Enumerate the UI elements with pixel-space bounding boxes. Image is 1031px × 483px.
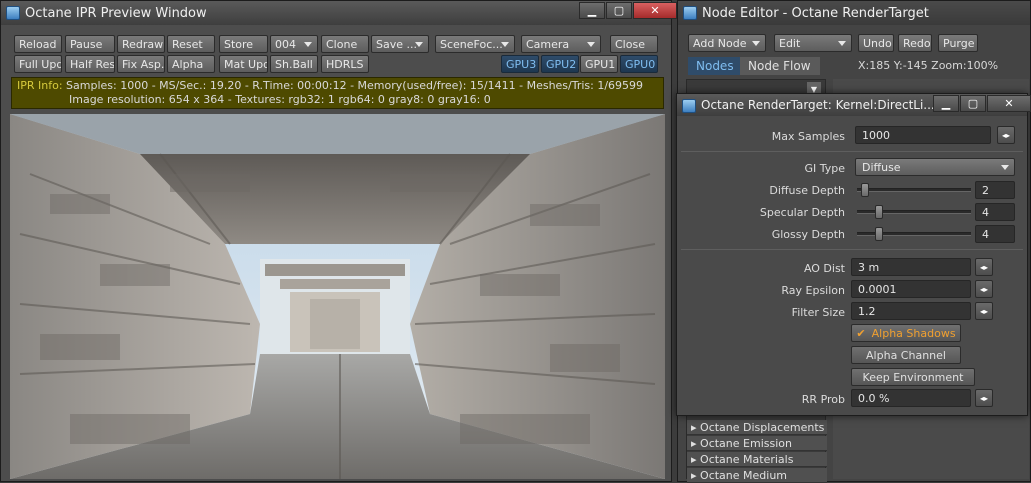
canvas-coords: X:185 Y:-145 Zoom:100% <box>858 59 999 72</box>
alpha-shadows-toggle[interactable]: ✔ Alpha Shadows <box>851 324 961 342</box>
slot-dropdown[interactable]: 004 <box>270 35 318 53</box>
edit-dropdown[interactable]: Edit <box>774 34 852 52</box>
checkmark-icon: ✔ <box>856 326 866 340</box>
octane-app-icon <box>683 6 697 20</box>
render-viewport[interactable] <box>10 114 665 479</box>
purge-button[interactable]: Purge <box>938 34 978 52</box>
glossy-depth-slider[interactable] <box>857 227 971 241</box>
stepper-icon[interactable]: ◂▸ <box>975 389 993 407</box>
stepper-icon[interactable]: ◂▸ <box>975 302 993 320</box>
kernel-title: Octane RenderTarget: Kernel:DirectLi... <box>701 98 935 112</box>
stepper-icon[interactable]: ◂▸ <box>975 258 993 276</box>
maximize-icon[interactable]: ▢ <box>606 2 632 19</box>
ao-dist-label: AO Dist <box>803 262 845 275</box>
max-samples-label: Max Samples <box>771 130 845 143</box>
ipr-info-bar: IPR Info: Samples: 1000 - MS/Sec.: 19.20… <box>11 77 664 109</box>
ipr-info-label: IPR Info: <box>17 79 63 92</box>
diffuse-depth-label: Diffuse Depth <box>769 184 845 197</box>
glossy-depth-label: Glossy Depth <box>771 228 845 241</box>
render-image <box>10 114 665 479</box>
gi-type-dropdown[interactable]: Diffuse <box>855 158 1015 176</box>
octane-app-icon <box>6 6 20 20</box>
specular-depth-label: Specular Depth <box>759 206 845 219</box>
octane-app-icon <box>682 99 696 113</box>
stepper-icon[interactable]: ◂▸ <box>975 280 993 298</box>
node-editor-title: Node Editor - Octane RenderTarget <box>702 5 929 21</box>
rr-prob-label: RR Prob <box>801 393 845 406</box>
alpha-button[interactable]: Alpha <box>167 55 215 73</box>
filter-size-field[interactable]: 1.2 <box>851 302 971 320</box>
divider <box>681 249 1023 250</box>
filter-size-label: Filter Size <box>791 306 845 319</box>
alpha-channel-toggle[interactable]: Alpha Channel <box>851 346 961 364</box>
slider-knob[interactable] <box>875 227 883 241</box>
kernel-window: Octane RenderTarget: Kernel:DirectLi... … <box>676 93 1031 416</box>
stepper-icon[interactable]: ◂▸ <box>997 126 1015 144</box>
ray-epsilon-field[interactable]: 0.0001 <box>851 280 971 298</box>
rr-prob-field[interactable]: 0.0 % <box>851 389 971 407</box>
list-item[interactable]: ▸ Octane Emission <box>687 436 827 451</box>
reload-button[interactable]: Reload <box>14 35 62 53</box>
glossy-depth-field[interactable]: 4 <box>975 225 1015 243</box>
divider <box>681 151 1023 152</box>
save-dropdown[interactable]: Save ... <box>371 35 429 53</box>
camera-dropdown[interactable]: Camera <box>521 35 601 53</box>
ao-dist-field[interactable]: 3 m <box>851 258 971 276</box>
half-res-button[interactable]: Half Res <box>65 55 115 73</box>
specular-depth-field[interactable]: 4 <box>975 203 1015 221</box>
max-samples-field[interactable]: 1000 <box>855 126 991 144</box>
fix-aspect-button[interactable]: Fix Asp. <box>117 55 165 73</box>
tab-nodes[interactable]: Nodes <box>688 57 744 75</box>
minimize-icon[interactable]: ▁ <box>933 95 959 112</box>
gpu2-toggle[interactable]: GPU2 <box>541 55 579 73</box>
list-item[interactable]: ▸ Octane Displacements <box>687 420 827 435</box>
tab-node-flow[interactable]: Node Flow <box>740 57 820 75</box>
minimize-icon[interactable]: ▁ <box>579 2 605 19</box>
close-icon[interactable]: ✕ <box>633 2 677 19</box>
ipr-info-stats: Samples: 1000 - MS/Sec.: 19.20 - R.Time:… <box>66 79 644 92</box>
list-item[interactable]: ▸ Octane Materials <box>687 452 827 467</box>
diffuse-depth-field[interactable]: 2 <box>975 181 1015 199</box>
ipr-titlebar[interactable]: Octane IPR Preview Window <box>1 1 671 25</box>
maximize-icon[interactable]: ▢ <box>960 95 986 112</box>
mat-update-button[interactable]: Mat Upd <box>219 55 268 73</box>
undo-button[interactable]: Undo <box>858 34 894 52</box>
ipr-window-controls: ▁ ▢ ✕ <box>579 2 677 19</box>
scene-focus-dropdown[interactable]: SceneFoc... <box>435 35 515 53</box>
slider-knob[interactable] <box>875 205 883 219</box>
keep-environment-toggle[interactable]: Keep Environment <box>851 368 975 386</box>
node-editor-titlebar[interactable]: Node Editor - Octane RenderTarget <box>678 1 1030 25</box>
gpu0-toggle[interactable]: GPU0 <box>620 55 658 73</box>
shader-ball-button[interactable]: Sh.Ball <box>270 55 318 73</box>
specular-depth-slider[interactable] <box>857 205 971 219</box>
ipr-info-resolution: Image resolution: 654 x 364 - Textures: … <box>69 93 491 106</box>
pause-button[interactable]: Pause <box>65 35 115 53</box>
close-button[interactable]: Close <box>610 35 658 53</box>
add-node-dropdown[interactable]: Add Node <box>688 34 766 52</box>
kernel-window-controls: ▁ ▢ ✕ <box>933 95 1031 112</box>
ipr-window: Octane IPR Preview Window ▁ ▢ ✕ Reload P… <box>0 0 677 482</box>
close-icon[interactable]: ✕ <box>987 95 1031 112</box>
ray-epsilon-label: Ray Epsilon <box>781 284 845 297</box>
full-update-button[interactable]: Full Upd. <box>14 55 62 73</box>
ipr-title: Octane IPR Preview Window <box>25 5 207 21</box>
list-item[interactable]: ▸ Octane Medium <box>687 468 827 483</box>
redraw-button[interactable]: Redraw <box>117 35 165 53</box>
slider-knob[interactable] <box>861 183 869 197</box>
store-button[interactable]: Store <box>219 35 268 53</box>
gi-type-label: GI Type <box>804 162 845 175</box>
gpu1-toggle[interactable]: GPU1 <box>580 55 618 73</box>
hdrls-button[interactable]: HDRLS <box>321 55 369 73</box>
diffuse-depth-slider[interactable] <box>857 183 971 197</box>
redo-button[interactable]: Redo <box>898 34 932 52</box>
gpu3-toggle[interactable]: GPU3 <box>501 55 539 73</box>
reset-button[interactable]: Reset <box>167 35 215 53</box>
clone-button[interactable]: Clone <box>321 35 369 53</box>
